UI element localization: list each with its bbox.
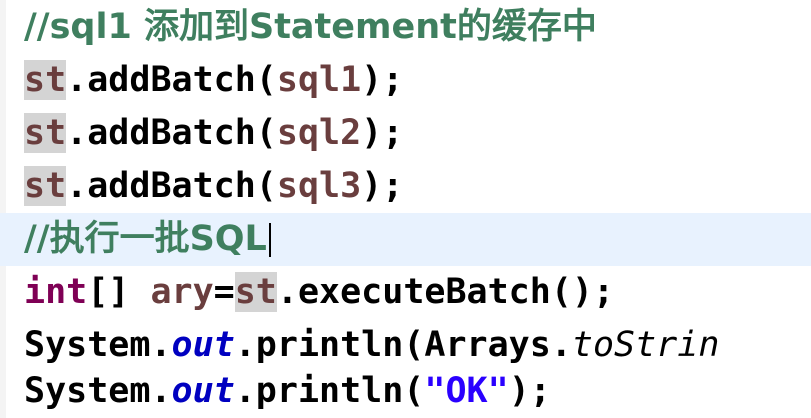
- assign-operator: =: [213, 272, 235, 312]
- argument-sql1: sql1: [276, 60, 362, 100]
- comment-text: //sql1 添加到Statement的缓存中: [24, 7, 597, 47]
- variable-st: st: [24, 113, 67, 153]
- method-call: .executeBatch();: [276, 272, 615, 312]
- statement-end: );: [361, 113, 404, 153]
- string-literal: "OK": [424, 371, 509, 411]
- method-call: .addBatch(: [66, 166, 277, 206]
- method-call: .addBatch(: [66, 60, 277, 100]
- code-line-3[interactable]: st.addBatch(sql2);: [0, 107, 811, 160]
- code-line-4[interactable]: st.addBatch(sql3);: [0, 160, 811, 213]
- code-line-5-current[interactable]: //执行一批SQL: [0, 213, 811, 266]
- method-call: .println(: [234, 371, 425, 411]
- class-system: System.: [24, 325, 172, 365]
- field-out: out: [171, 325, 235, 365]
- array-brackets: []: [87, 272, 151, 312]
- code-line-2[interactable]: st.addBatch(sql1);: [0, 54, 811, 107]
- text-caret: [268, 223, 271, 257]
- statement-end: );: [508, 371, 551, 411]
- argument-sql3: sql3: [276, 166, 362, 206]
- method-call: .addBatch(: [66, 113, 277, 153]
- statement-end: );: [361, 60, 404, 100]
- field-out: out: [171, 371, 235, 411]
- comment-text: //执行一批SQL: [24, 219, 267, 259]
- static-method: toStrin: [571, 325, 720, 365]
- variable-st: st: [24, 166, 67, 206]
- code-line-8[interactable]: System.out.println("OK");: [0, 365, 811, 418]
- statement-end: );: [361, 166, 404, 206]
- variable-st: st: [24, 60, 67, 100]
- code-editor[interactable]: //sql1 添加到Statement的缓存中 st.addBatch(sql1…: [0, 0, 811, 418]
- argument-sql2: sql2: [276, 113, 362, 153]
- code-line-6[interactable]: int[] ary=st.executeBatch();: [0, 266, 811, 319]
- class-system: System.: [24, 371, 172, 411]
- code-line-1[interactable]: //sql1 添加到Statement的缓存中: [0, 1, 811, 54]
- variable-st: st: [234, 272, 277, 312]
- variable-ary: ary: [150, 272, 214, 312]
- method-call: .println(Arrays.: [234, 325, 572, 365]
- keyword-int: int: [24, 272, 88, 312]
